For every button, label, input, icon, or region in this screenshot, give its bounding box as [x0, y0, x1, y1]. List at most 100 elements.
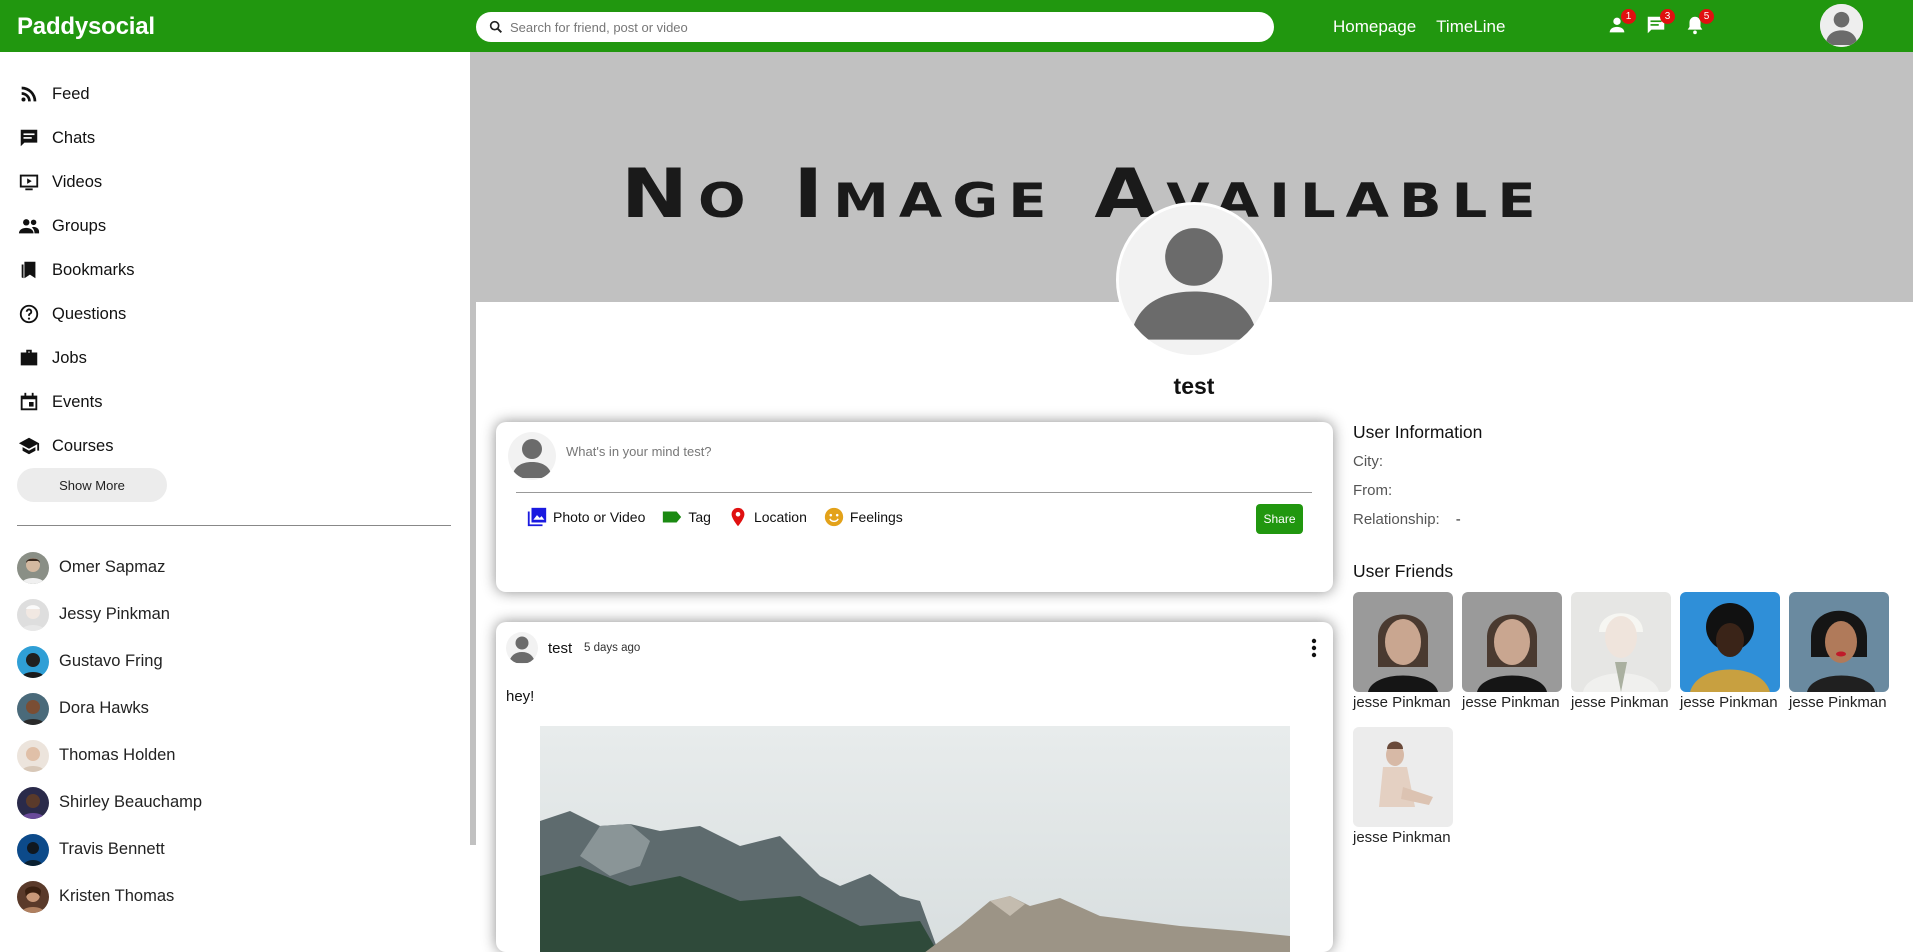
app-logo[interactable]: Paddysocial	[17, 13, 155, 41]
sidebar-item-label: Videos	[52, 172, 103, 191]
friend-name: Shirley Beauchamp	[59, 793, 203, 811]
option-label: Photo or Video	[553, 509, 646, 525]
post-username[interactable]: test	[548, 640, 572, 657]
notifications-button[interactable]: 5	[1684, 9, 1714, 38]
sidebar-item-videos[interactable]: Videos	[18, 160, 135, 204]
play-video-icon	[19, 174, 39, 191]
friend-avatar	[17, 786, 49, 819]
sidebar-divider	[17, 525, 451, 526]
sidebar-item-chats[interactable]: Chats	[18, 116, 135, 160]
sidebar-item-label: Questions	[52, 304, 127, 323]
user-info-title: User Information	[1353, 422, 1483, 442]
share-button[interactable]: Share	[1256, 504, 1303, 534]
friend-list: Omer Sapmaz Jessy Pinkman Gustavo Fring …	[17, 544, 202, 920]
bookmark-icon	[21, 261, 36, 279]
friend-list-item[interactable]: Gustavo Fring	[17, 638, 202, 685]
friend-name: Jessy Pinkman	[59, 605, 170, 623]
info-row-city: City:	[1353, 453, 1482, 482]
sidebar-menu: Feed Chats Videos Groups Bookmarks Quest…	[18, 72, 135, 468]
top-bar: Paddysocial Homepage TimeLine 1 3 5	[0, 0, 1913, 52]
left-sidebar: Feed Chats Videos Groups Bookmarks Quest…	[0, 52, 470, 928]
share-divider	[516, 492, 1312, 493]
location-option[interactable]: Location	[727, 506, 807, 528]
messages-badge: 3	[1660, 9, 1675, 24]
sidebar-item-questions[interactable]: Questions	[18, 292, 135, 336]
sidebar-item-jobs[interactable]: Jobs	[18, 336, 135, 380]
nav-homepage-link[interactable]: Homepage	[1333, 17, 1416, 37]
profile-name: test	[1173, 373, 1215, 399]
friend-list-item[interactable]: Travis Bennett	[17, 826, 202, 873]
friend-name: Thomas Holden	[59, 746, 176, 764]
post-card: test 5 days ago hey!	[496, 622, 1333, 952]
friend-name: Kristen Thomas	[59, 887, 175, 905]
post-timestamp: 5 days ago	[584, 642, 641, 654]
info-label: From:	[1353, 482, 1393, 499]
friend-list-item[interactable]: Shirley Beauchamp	[17, 779, 202, 826]
user-friend-card[interactable]: jesse Pinkman	[1571, 592, 1680, 711]
user-friend-card[interactable]: jesse Pinkman	[1462, 592, 1571, 711]
share-input[interactable]	[566, 444, 1166, 459]
friend-avatar	[17, 692, 49, 725]
user-friends-grid: jesse Pinkman jesse Pinkman jesse Pinkma…	[1353, 592, 1913, 862]
search-bar[interactable]	[476, 12, 1274, 42]
cover-placeholder-text: No Image Available	[621, 153, 1546, 234]
friend-name: jesse Pinkman	[1789, 694, 1887, 711]
school-icon	[18, 437, 40, 455]
option-label: Location	[753, 509, 807, 525]
chat-icon	[20, 129, 38, 147]
friend-avatar	[17, 739, 49, 772]
info-row-relationship: Relationship: -	[1353, 511, 1482, 540]
search-input[interactable]	[510, 19, 1210, 35]
messages-button[interactable]: 3	[1645, 9, 1675, 38]
friend-list-item[interactable]: Thomas Holden	[17, 732, 202, 779]
nav-timeline-link[interactable]: TimeLine	[1436, 17, 1505, 37]
friend-name: jesse Pinkman	[1462, 694, 1560, 711]
user-friend-card[interactable]: jesse Pinkman	[1353, 727, 1462, 846]
user-friend-card[interactable]: jesse Pinkman	[1353, 592, 1462, 711]
option-label: Tag	[688, 509, 711, 525]
friend-photo	[1571, 592, 1671, 692]
emoji-icon	[824, 507, 844, 527]
friend-avatar	[17, 598, 49, 631]
show-more-button[interactable]: Show More	[17, 468, 167, 502]
sidebar-item-events[interactable]: Events	[18, 380, 135, 424]
sidebar-item-courses[interactable]: Courses	[18, 424, 135, 468]
friend-name: Gustavo Fring	[59, 652, 163, 670]
friend-list-item[interactable]: Jessy Pinkman	[17, 591, 202, 638]
tag-option[interactable]: Tag	[661, 506, 711, 528]
more-vert-icon[interactable]	[1304, 636, 1324, 660]
friend-name: jesse Pinkman	[1353, 829, 1451, 846]
sidebar-item-groups[interactable]: Groups	[18, 204, 135, 248]
friend-name: Omer Sapmaz	[59, 558, 166, 576]
post-image[interactable]	[540, 726, 1290, 952]
friend-requests-button[interactable]: 1	[1606, 9, 1636, 38]
friend-list-item[interactable]: Dora Hawks	[17, 685, 202, 732]
friend-list-item[interactable]: Omer Sapmaz	[17, 544, 202, 591]
user-friend-card[interactable]: jesse Pinkman	[1680, 592, 1789, 711]
post-avatar[interactable]	[506, 632, 538, 664]
rss-feed-icon	[21, 86, 37, 102]
friend-photo	[1353, 592, 1453, 692]
user-avatar[interactable]	[1820, 4, 1863, 47]
feelings-option[interactable]: Feelings	[823, 506, 903, 528]
sidebar-item-feed[interactable]: Feed	[18, 72, 135, 116]
photo-video-option[interactable]: Photo or Video	[526, 506, 645, 528]
friend-name: jesse Pinkman	[1680, 694, 1778, 711]
friend-name: Travis Bennett	[59, 840, 165, 858]
friend-list-item[interactable]: Kristen Thomas	[17, 873, 202, 920]
sidebar-item-label: Groups	[52, 216, 107, 235]
friend-avatar	[17, 645, 49, 678]
help-circle-icon	[19, 304, 39, 324]
profile-avatar[interactable]	[1116, 202, 1272, 358]
friend-photo	[1353, 727, 1453, 827]
friend-photo	[1680, 592, 1780, 692]
friend-photo	[1789, 592, 1889, 692]
user-friends-title: User Friends	[1353, 561, 1454, 581]
user-friend-card[interactable]: jesse Pinkman	[1789, 592, 1898, 711]
sidebar-item-label: Courses	[52, 436, 114, 455]
notifications-badge: 5	[1699, 9, 1714, 24]
share-avatar	[508, 432, 556, 480]
sidebar-item-bookmarks[interactable]: Bookmarks	[18, 248, 135, 292]
share-box: Photo or Video Tag Location Feelings Sha…	[496, 422, 1333, 592]
sidebar-item-label: Feed	[52, 84, 90, 103]
